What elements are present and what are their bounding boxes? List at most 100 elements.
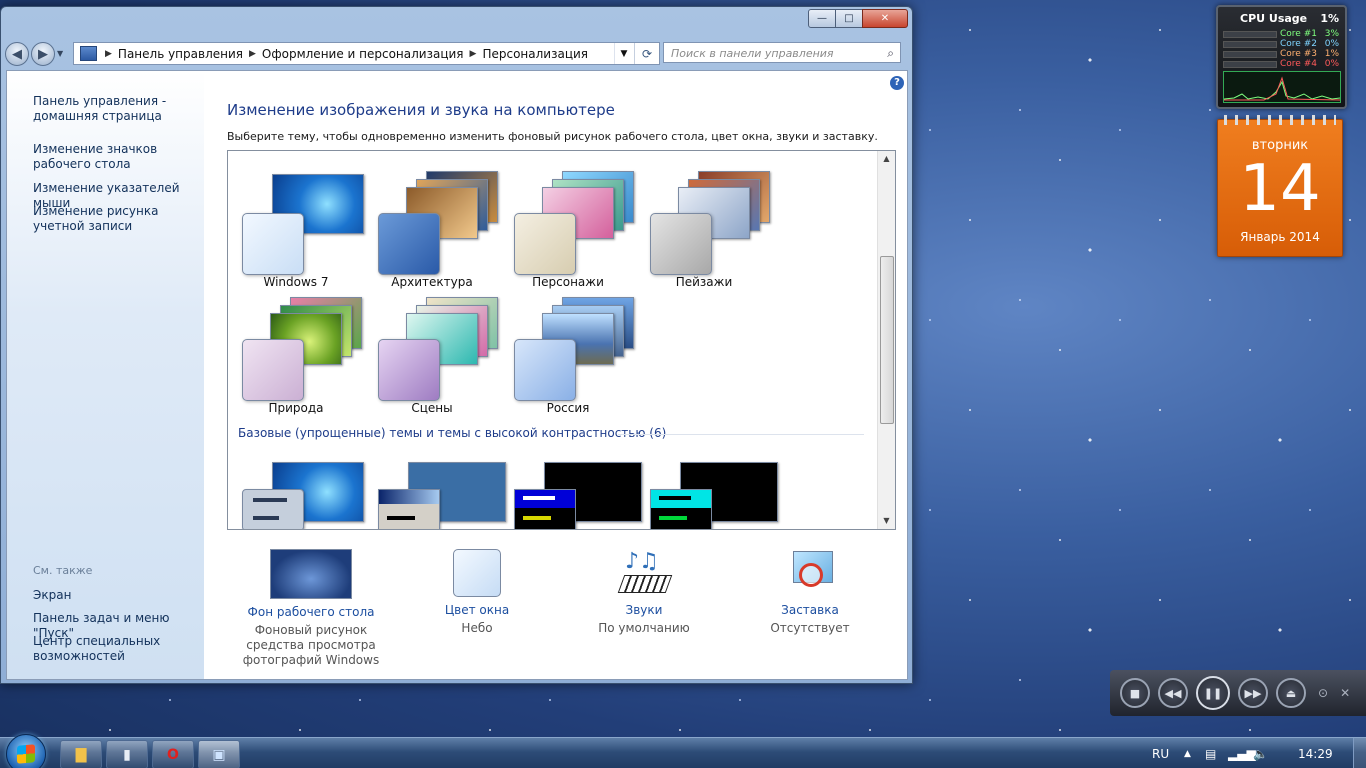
stop-button[interactable]: ■ — [1120, 678, 1150, 708]
wallpaper-icon — [270, 549, 352, 599]
sidebar-link-desktop-icons[interactable]: Изменение значков рабочего стола — [33, 142, 203, 172]
window-color-setting[interactable]: Цвет окна Небо — [397, 549, 557, 636]
navigation-bar: ◀ ▶ ▼ ▶ Панель управления ▶ Оформление и… — [5, 40, 907, 66]
theme-high-contrast-1[interactable] — [500, 451, 642, 529]
theme-list-scrollbar[interactable]: ▲ ▼ — [877, 151, 895, 529]
desktop-background-link[interactable]: Фон рабочего стола — [231, 605, 391, 619]
breadcrumb-personalization[interactable]: Персонализация — [482, 47, 588, 61]
search-icon[interactable]: ⌕ — [887, 43, 894, 64]
page-title: Изменение изображения и звука на компьют… — [227, 101, 615, 119]
language-indicator[interactable]: RU — [1152, 738, 1169, 768]
theme-landscapes[interactable]: Пейзажи — [636, 163, 772, 289]
collapse-up-icon[interactable]: ⊙ — [1318, 686, 1328, 700]
theme-list: Windows 7 Архитектура Персонажи Пейзажи … — [227, 150, 896, 530]
core-label: Core #1 — [1280, 29, 1317, 39]
taskbar-opera[interactable]: O — [152, 740, 194, 768]
taskbar-explorer[interactable]: ▇ — [60, 740, 102, 768]
calendar-gadget[interactable]: вторник 14 Январь 2014 — [1217, 115, 1343, 257]
help-icon[interactable]: ? — [890, 76, 904, 90]
window-client-area: Панель управления - домашняя страница Из… — [6, 70, 908, 680]
show-desktop-button[interactable] — [1353, 738, 1366, 768]
address-bar[interactable]: ▶ Панель управления ▶ Оформление и персо… — [73, 42, 660, 65]
theme-color-swatch — [650, 213, 712, 275]
core-bar — [1223, 51, 1277, 58]
close-player-icon[interactable]: ✕ — [1340, 686, 1350, 700]
basic-themes-header: Базовые (упрощенные) темы и темы с высок… — [238, 426, 667, 440]
maximize-button[interactable]: □ — [835, 9, 863, 28]
theme-color-swatch — [378, 213, 440, 275]
breadcrumb-appearance[interactable]: Оформление и персонализация — [262, 47, 464, 61]
screensaver-icon — [787, 549, 833, 597]
taskbar-control-panel[interactable]: ▣ — [198, 740, 240, 768]
pause-button[interactable]: ❚❚ — [1196, 676, 1230, 710]
sidebar-link-account-picture[interactable]: Изменение рисунка учетной записи — [33, 204, 203, 234]
caption-buttons: — □ ✕ — [808, 9, 908, 28]
theme-color-swatch — [514, 339, 576, 401]
calendar-month: Январь 2014 — [1240, 230, 1320, 244]
desktop-background-setting[interactable]: Фон рабочего стола Фоновый рисунок средс… — [231, 549, 391, 668]
scrollbar-thumb[interactable] — [880, 256, 894, 424]
core-value: 0% — [1324, 39, 1339, 49]
forward-button[interactable]: ▶ — [31, 42, 55, 66]
theme-color-swatch — [514, 213, 576, 275]
usb-icon[interactable]: ▤ — [1205, 738, 1216, 768]
scroll-up-icon[interactable]: ▲ — [878, 151, 895, 167]
address-dropdown-icon[interactable]: ▼ — [614, 43, 633, 64]
close-button[interactable]: ✕ — [862, 9, 908, 28]
window-color-value: Небо — [461, 621, 493, 635]
folder-icon: ▇ — [75, 746, 87, 763]
core-label: Core #2 — [1280, 39, 1317, 49]
opera-icon: O — [167, 746, 179, 763]
sounds-setting[interactable]: ♪♫ Звуки По умолчанию — [564, 549, 724, 636]
window-color-link[interactable]: Цвет окна — [397, 603, 557, 617]
core-label: Core #4 — [1280, 59, 1317, 69]
sidebar-link-home[interactable]: Панель управления - домашняя страница — [33, 94, 173, 124]
theme-label: Пейзажи — [675, 275, 733, 289]
fast-forward-button[interactable]: ▶▶ — [1238, 678, 1268, 708]
back-arrow-icon: ◀ — [12, 46, 22, 62]
cpu-usage-gadget[interactable]: CPU Usage 1% Core #1 3% Core #2 0% Core … — [1216, 5, 1347, 109]
back-button[interactable]: ◀ — [5, 42, 29, 66]
rewind-button[interactable]: ◀◀ — [1158, 678, 1188, 708]
sidebar-link-accessibility[interactable]: Центр специальных возможностей — [33, 634, 163, 664]
screensaver-link[interactable]: Заставка — [730, 603, 890, 617]
see-also-heading: См. также — [33, 564, 93, 577]
screensaver-setting[interactable]: Заставка Отсутствует — [730, 549, 890, 636]
theme-basic[interactable] — [228, 451, 364, 529]
breadcrumb-control-panel[interactable]: Панель управления — [118, 47, 243, 61]
calendar-weekday: вторник — [1251, 138, 1309, 153]
theme-russia[interactable]: Россия — [500, 289, 636, 415]
scroll-down-icon[interactable]: ▼ — [878, 513, 895, 529]
recent-pages-dropdown[interactable]: ▼ — [57, 49, 63, 58]
refresh-icon[interactable]: ⟳ — [634, 43, 659, 64]
media-player-bar: ■ ◀◀ ❚❚ ▶▶ ⏏ ⊙ ✕ — [1110, 670, 1366, 716]
theme-scenes[interactable]: Сцены — [364, 289, 500, 415]
theme-color-swatch — [514, 489, 576, 529]
theme-characters[interactable]: Персонажи — [500, 163, 636, 289]
start-button[interactable] — [6, 734, 46, 768]
theme-architecture[interactable]: Архитектура — [364, 163, 500, 289]
taskbar-app[interactable]: ▮ — [106, 740, 148, 768]
volume-icon[interactable]: 🔈 — [1253, 738, 1268, 768]
sounds-link[interactable]: Звуки — [564, 603, 724, 617]
breadcrumb-separator-icon: ▶ — [469, 48, 477, 59]
search-input[interactable]: Поиск в панели управления ⌕ — [663, 42, 901, 63]
core-bar — [1223, 61, 1277, 68]
control-panel-icon: ▣ — [212, 746, 226, 763]
minimize-button[interactable]: — — [808, 9, 836, 28]
theme-color-swatch — [378, 339, 440, 401]
theme-windows7[interactable]: Windows 7 — [228, 163, 364, 289]
network-icon[interactable]: ▂▄▆ — [1228, 738, 1256, 768]
theme-high-contrast-2[interactable] — [636, 451, 778, 529]
core-bar — [1223, 31, 1277, 38]
stop-icon: ■ — [1129, 686, 1141, 700]
clock[interactable]: 14:29 — [1298, 738, 1333, 768]
sidebar-link-display[interactable]: Экран — [33, 588, 203, 603]
fast-forward-icon: ▶▶ — [1244, 686, 1262, 700]
eject-button[interactable]: ⏏ — [1276, 678, 1306, 708]
pause-icon: ❚❚ — [1203, 686, 1223, 700]
windows-logo-icon — [17, 744, 35, 764]
theme-classic[interactable] — [364, 451, 506, 529]
theme-nature[interactable]: Природа — [228, 289, 364, 415]
show-hidden-icons-icon[interactable]: ▲ — [1184, 738, 1191, 768]
